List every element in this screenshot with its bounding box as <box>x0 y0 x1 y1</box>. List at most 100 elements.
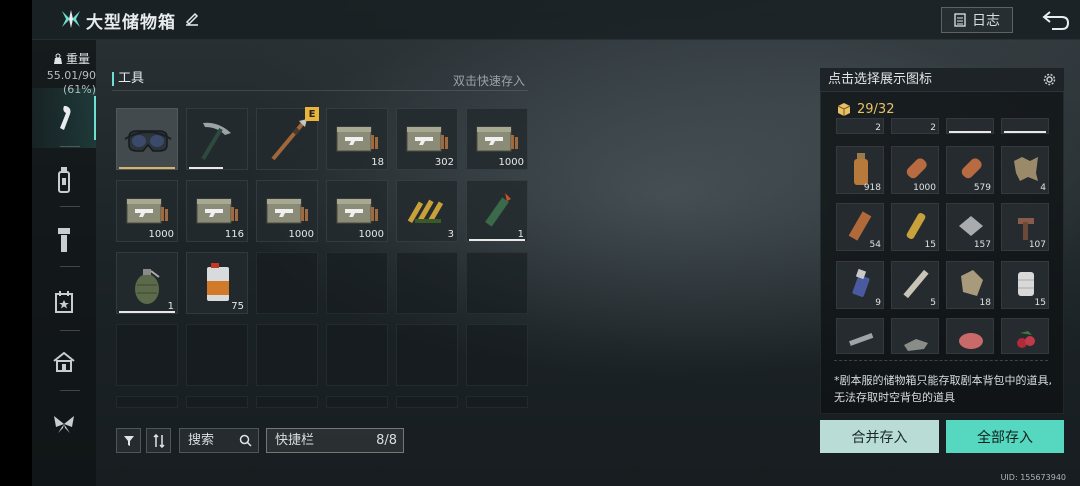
cartridge-icon <box>906 212 926 240</box>
storage-slot[interactable]: 1000 <box>116 180 178 242</box>
empty-slot[interactable] <box>396 396 458 408</box>
storage-slot[interactable]: 75 <box>186 252 248 314</box>
storage-slot[interactable] <box>186 108 248 170</box>
storage-box-icon <box>62 10 80 28</box>
backpack-slot[interactable]: 4 <box>1001 146 1049 194</box>
empty-slot[interactable] <box>116 396 178 408</box>
backpack-slot[interactable]: 2 <box>836 118 884 134</box>
item-count: 1000 <box>148 229 174 240</box>
grenade-icon <box>135 269 160 304</box>
weight-icon <box>54 53 62 64</box>
storage-slot[interactable] <box>116 108 178 170</box>
filter-button[interactable] <box>116 428 141 453</box>
empty-slot[interactable] <box>116 324 178 386</box>
store-all-button[interactable]: 全部存入 <box>946 420 1064 453</box>
meat-icon <box>959 333 983 349</box>
empty-slot[interactable] <box>466 324 528 386</box>
sidebar-divider <box>60 330 80 331</box>
storage-slot[interactable]: 1000 <box>256 180 318 242</box>
backpack-slot[interactable] <box>1001 118 1049 134</box>
backpack-slot[interactable]: 1000 <box>891 146 939 194</box>
sidebar-divider <box>60 266 80 267</box>
storage-slot[interactable]: E <box>256 107 319 170</box>
flare-icon <box>485 193 511 227</box>
page-title: 大型储物箱 <box>86 13 176 33</box>
quick-store-hint: 双击快速存入 <box>453 74 526 88</box>
merge-store-button[interactable]: 合并存入 <box>820 420 939 453</box>
storage-slot[interactable]: 116 <box>186 180 248 242</box>
empty-slot[interactable] <box>326 396 388 408</box>
empty-slot[interactable] <box>186 396 248 408</box>
empty-slot[interactable] <box>466 396 528 408</box>
goggles-icon <box>124 130 172 152</box>
hotbar-button[interactable]: 快捷栏 8/8 <box>266 428 404 453</box>
sort-icon <box>152 433 165 448</box>
backpack-slot[interactable]: 9 <box>836 261 884 309</box>
scrap-icon <box>904 339 928 351</box>
sort-button[interactable] <box>146 428 171 453</box>
wrench-icon <box>60 106 71 130</box>
storage-slot[interactable]: 302 <box>396 108 458 170</box>
parts-icon <box>1018 218 1034 240</box>
log-icon <box>961 158 982 179</box>
backpack-slot[interactable]: 579 <box>946 146 994 194</box>
sidebar-divider <box>60 390 80 391</box>
storage-slot[interactable]: 1 <box>116 252 178 314</box>
box-icon <box>837 103 851 116</box>
tab-special[interactable] <box>32 394 96 454</box>
search-input[interactable]: 搜索 <box>179 428 259 453</box>
tab-consumables[interactable] <box>32 150 96 210</box>
section-divider <box>112 90 528 91</box>
item-count: 18 <box>371 157 384 168</box>
tab-events[interactable] <box>32 272 96 332</box>
gear-icon[interactable] <box>1043 73 1056 86</box>
backpack-slot[interactable]: 15 <box>891 203 939 251</box>
sidebar-divider <box>60 206 80 207</box>
cloth-icon <box>961 270 983 296</box>
bottle-icon <box>58 167 70 193</box>
flashlight-icon <box>58 228 70 252</box>
backpack-slot[interactable] <box>1001 318 1049 354</box>
backpack-slot[interactable] <box>946 318 994 354</box>
empty-slot[interactable] <box>256 324 318 386</box>
bottle-icon <box>854 153 868 185</box>
storage-slot[interactable]: 1000 <box>326 180 388 242</box>
tab-equipment[interactable] <box>32 210 96 270</box>
item-count: 116 <box>224 229 244 240</box>
backpack-slot[interactable]: 918 <box>836 146 884 194</box>
backpack-slot[interactable] <box>891 318 939 354</box>
backpack-slot[interactable]: 107 <box>1001 203 1049 251</box>
back-icon[interactable] <box>1040 6 1072 34</box>
backpack-slot[interactable] <box>836 318 884 354</box>
calendar-icon <box>55 291 73 313</box>
backpack-header[interactable]: 点击选择展示图标 <box>820 68 1064 92</box>
item-count: 1000 <box>288 229 314 240</box>
empty-slot[interactable] <box>256 252 318 314</box>
backpack-slot[interactable]: 2 <box>891 118 939 134</box>
backpack-slot[interactable]: 15 <box>1001 261 1049 309</box>
backpack-slot[interactable]: 18 <box>946 261 994 309</box>
tab-building[interactable] <box>32 332 96 392</box>
storage-slot[interactable]: 3 <box>396 180 458 242</box>
empty-slot[interactable] <box>256 396 318 408</box>
backpack-slot[interactable]: 157 <box>946 203 994 251</box>
backpack-slot[interactable]: 5 <box>891 261 939 309</box>
empty-slot[interactable] <box>186 324 248 386</box>
backpack-slot[interactable]: 54 <box>836 203 884 251</box>
storage-note: *剧本服的储物箱只能存取剧本背包中的道具, 无法存取时空背包的道具 <box>834 374 1052 404</box>
empty-slot[interactable] <box>326 252 388 314</box>
note-divider <box>834 360 1048 361</box>
edit-icon[interactable] <box>184 10 200 26</box>
tab-tools[interactable] <box>32 88 96 148</box>
empty-slot[interactable] <box>466 252 528 314</box>
butterfly-icon <box>54 416 74 433</box>
empty-slot[interactable] <box>396 324 458 386</box>
storage-slot[interactable]: 1000 <box>466 108 528 170</box>
empty-slot[interactable] <box>326 324 388 386</box>
log-button[interactable]: 日志 <box>941 7 1013 33</box>
storage-slot[interactable]: 18 <box>326 108 388 170</box>
sidebar-divider <box>60 146 80 147</box>
storage-slot[interactable]: 1 <box>466 180 528 242</box>
backpack-slot[interactable] <box>946 118 994 134</box>
empty-slot[interactable] <box>396 252 458 314</box>
